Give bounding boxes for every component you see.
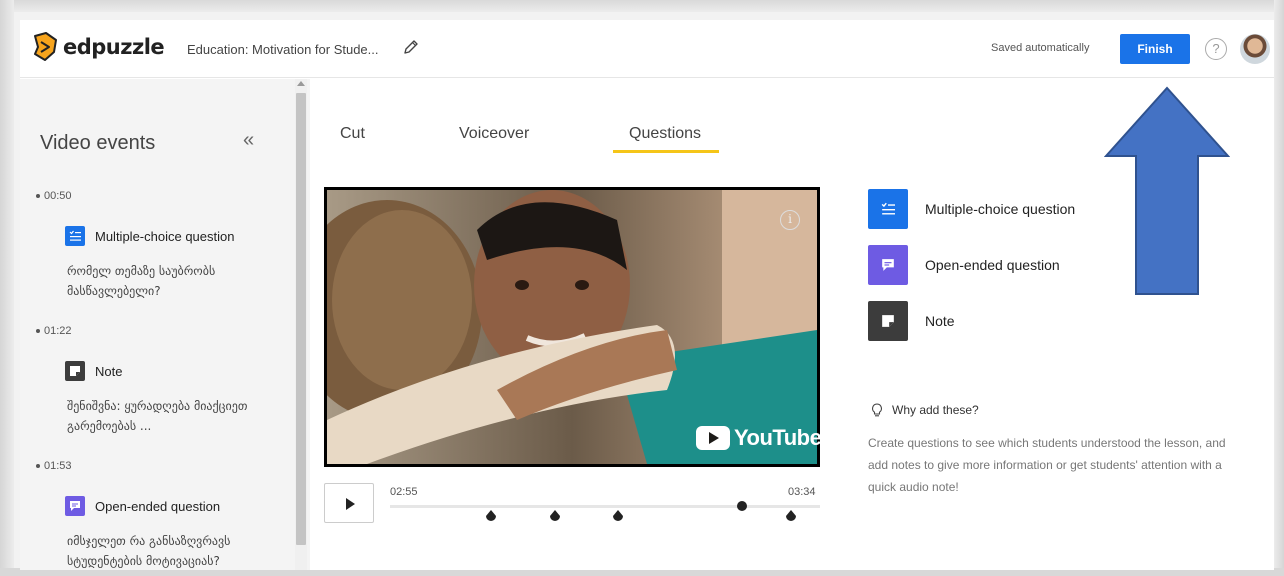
video-info-icon[interactable]: i bbox=[780, 210, 800, 230]
event-timestamp[interactable]: 01:53 bbox=[36, 460, 72, 472]
youtube-watermark[interactable]: YouTube bbox=[696, 425, 822, 451]
event-marker[interactable] bbox=[550, 510, 560, 522]
add-item-label: Open-ended question bbox=[925, 257, 1060, 273]
save-status: Saved automatically bbox=[991, 42, 1090, 54]
youtube-play-icon bbox=[696, 426, 730, 450]
edpuzzle-editor: edpuzzle Education: Motivation for Stude… bbox=[20, 20, 1274, 570]
event-type-label: Open-ended question bbox=[95, 498, 221, 514]
event-text[interactable]: იმსჯელეთ რა განსაზღვრავს სტუდენტების მოტ… bbox=[67, 531, 277, 570]
tab-questions[interactable]: Questions bbox=[629, 125, 701, 143]
add-multiple-choice-button[interactable]: Multiple-choice question bbox=[868, 189, 1075, 229]
event-header[interactable]: Multiple-choice question bbox=[65, 226, 234, 246]
open-ended-icon bbox=[868, 245, 908, 285]
event-type-label: Multiple-choice question bbox=[95, 228, 235, 244]
add-open-ended-button[interactable]: Open-ended question bbox=[868, 245, 1060, 285]
help-icon[interactable]: ? bbox=[1205, 38, 1227, 60]
playhead[interactable] bbox=[737, 501, 747, 511]
screenshot-frame: edpuzzle Education: Motivation for Stude… bbox=[0, 0, 1284, 576]
event-header[interactable]: Open-ended question bbox=[65, 496, 220, 516]
note-icon bbox=[868, 301, 908, 341]
frame-right-edge bbox=[1274, 0, 1284, 576]
event-timestamp[interactable]: 01:22 bbox=[36, 325, 72, 337]
event-header[interactable]: Note bbox=[65, 361, 122, 381]
puzzle-logo-icon bbox=[34, 32, 57, 61]
video-frame bbox=[327, 190, 817, 464]
edpuzzle-logo[interactable]: edpuzzle bbox=[32, 32, 165, 62]
open-ended-icon bbox=[65, 496, 85, 516]
top-bar: edpuzzle Education: Motivation for Stude… bbox=[20, 20, 1274, 78]
event-marker[interactable] bbox=[486, 510, 496, 522]
tab-voiceover[interactable]: Voiceover bbox=[459, 125, 529, 143]
event-marker[interactable] bbox=[786, 510, 796, 522]
video-events-sidebar: Video events « 00:50 Multiple-choice que… bbox=[20, 79, 310, 570]
brand-name: edpuzzle bbox=[63, 35, 165, 59]
why-add-heading: Why add these? bbox=[870, 403, 979, 417]
frame-top-edge bbox=[0, 0, 1284, 12]
active-tab-indicator bbox=[613, 150, 719, 153]
collapse-sidebar-icon[interactable]: « bbox=[243, 129, 254, 152]
multiple-choice-icon bbox=[868, 189, 908, 229]
timeline-track[interactable] bbox=[390, 505, 820, 508]
lightbulb-icon bbox=[872, 403, 882, 417]
note-icon bbox=[65, 361, 85, 381]
add-item-label: Note bbox=[925, 313, 955, 329]
event-timestamp[interactable]: 00:50 bbox=[36, 190, 72, 202]
tab-cut[interactable]: Cut bbox=[340, 125, 365, 143]
duration: 03:34 bbox=[788, 486, 816, 498]
frame-left-edge bbox=[0, 0, 14, 576]
sidebar-scrollbar[interactable] bbox=[295, 79, 307, 570]
lesson-title[interactable]: Education: Motivation for Stude... bbox=[187, 42, 379, 57]
pencil-icon[interactable] bbox=[402, 38, 420, 56]
event-marker[interactable] bbox=[613, 510, 623, 522]
scroll-up-arrow-icon[interactable] bbox=[297, 81, 305, 86]
sidebar-title: Video events bbox=[40, 132, 156, 154]
why-add-title: Why add these? bbox=[892, 403, 979, 417]
add-note-button[interactable]: Note bbox=[868, 301, 955, 341]
avatar[interactable] bbox=[1240, 34, 1270, 64]
current-time: 02:55 bbox=[390, 486, 418, 498]
finish-button[interactable]: Finish bbox=[1120, 34, 1190, 64]
scrollbar-thumb[interactable] bbox=[296, 93, 306, 545]
play-button[interactable] bbox=[324, 483, 374, 523]
why-add-description: Create questions to see which students u… bbox=[868, 436, 1226, 494]
multiple-choice-icon bbox=[65, 226, 85, 246]
up-arrow-annotation-icon bbox=[1104, 86, 1230, 295]
event-type-label: Note bbox=[95, 363, 123, 379]
event-text[interactable]: რომელ თემაზე საუბრობს მასწავლებელი? bbox=[67, 261, 277, 301]
event-text[interactable]: შენიშვნა: ყურადღება მიაქციეთ გარემოებას … bbox=[67, 396, 277, 436]
add-item-label: Multiple-choice question bbox=[925, 201, 1076, 217]
youtube-wordmark: YouTube bbox=[734, 425, 822, 450]
